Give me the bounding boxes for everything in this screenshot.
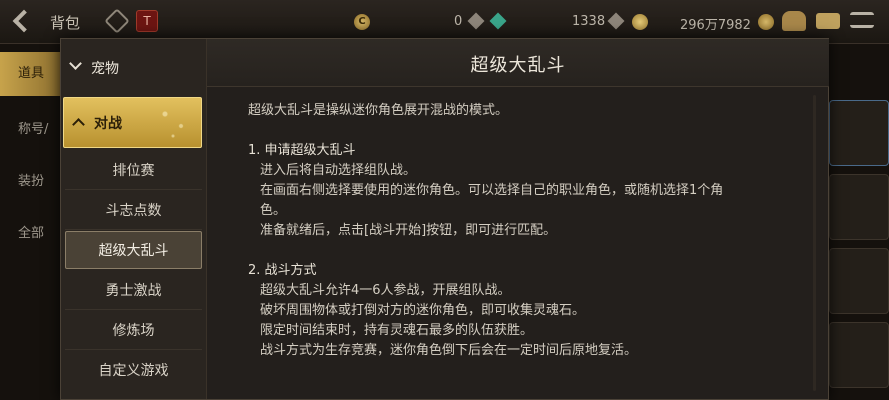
intro-text: 超级大乱斗是操纵迷你角色展开混战的模式。 <box>248 103 509 118</box>
section-line: 进入后将自动选择组队战。 <box>260 163 417 178</box>
bag-title: 背包 <box>50 14 81 32</box>
left-menu-item[interactable]: 全部 <box>0 212 60 256</box>
item-slot[interactable] <box>829 248 889 314</box>
mail-icon[interactable] <box>816 13 840 29</box>
gold-coin-icon <box>632 14 648 30</box>
sub-item-custom-game[interactable]: 自定义游戏 <box>65 352 202 390</box>
chevron-left-icon <box>12 9 36 33</box>
item-slot[interactable] <box>829 174 889 240</box>
item-slot[interactable] <box>829 322 889 388</box>
left-menu-item[interactable]: 称号/ <box>0 108 60 152</box>
chevron-up-icon <box>72 118 85 131</box>
currency-value-1: 0 <box>454 14 463 29</box>
sub-item-warrior-battle[interactable]: 勇士激战 <box>65 272 202 310</box>
chevron-down-icon <box>69 57 82 70</box>
left-menu-item[interactable]: 装扮 <box>0 160 60 204</box>
category-pets[interactable]: 宠物 <box>61 47 207 87</box>
treasure-icon[interactable] <box>782 11 806 31</box>
dialog-sidebar: 宠物 对战 排位赛 斗志点数 超级大乱斗 勇士激战 修炼场 自定义游戏 <box>61 39 207 399</box>
sub-item-ranked[interactable]: 排位赛 <box>65 152 202 190</box>
dialog-header: 超级大乱斗 <box>207 39 829 87</box>
green-gem-icon <box>489 12 507 30</box>
sparkle-decoration <box>153 102 193 142</box>
section-line: 破坏周围物体或打倒对方的迷你角色，即可收集灵魂石。 <box>260 303 586 318</box>
section-line: 在画面右侧选择要使用的迷你角色。可以选择自己的职业角色，或随机选择1个角色。 <box>260 183 724 218</box>
sub-item-super-brawl[interactable]: 超级大乱斗 <box>65 231 202 269</box>
category-pets-label: 宠物 <box>91 61 119 77</box>
help-dialog: 宠物 对战 排位赛 斗志点数 超级大乱斗 勇士激战 修炼场 自定义游戏 超级大乱… <box>60 38 829 400</box>
section-line: 超级大乱斗允许4一6人参战，开展组队战。 <box>260 283 511 298</box>
section-battle-method: 2. 战斗方式 超级大乱斗允许4一6人参战，开展组队战。 破坏周围物体或打倒对方… <box>248 261 808 361</box>
sub-item-training-ground[interactable]: 修炼场 <box>65 312 202 350</box>
dialog-title: 超级大乱斗 <box>470 55 566 76</box>
section-line: 准备就绪后，点击[战斗开始]按钮，即可进行匹配。 <box>260 223 557 238</box>
help-content: 超级大乱斗是操纵迷你角色展开混战的模式。 1. 申请超级大乱斗 进入后将自动选择… <box>248 101 808 400</box>
category-battle-label: 对战 <box>94 116 122 132</box>
currency-value-2: 1338 <box>572 14 606 29</box>
category-battle[interactable]: 对战 <box>63 97 202 148</box>
sub-item-fighting-points[interactable]: 斗志点数 <box>65 192 202 230</box>
gem-icon <box>467 12 485 30</box>
menu-icon[interactable] <box>850 12 874 28</box>
section-apply: 1. 申请超级大乱斗 进入后将自动选择组队战。 在画面右侧选择要使用的迷你角色。… <box>248 141 808 241</box>
diamond-icon[interactable] <box>104 8 130 34</box>
content-scrollbar[interactable] <box>813 95 816 391</box>
item-slot[interactable] <box>829 100 889 166</box>
currency-value-3: 296万7982 <box>680 18 751 33</box>
coin-icon: C <box>354 14 370 30</box>
back-button[interactable] <box>6 6 40 36</box>
section-line: 战斗方式为生存竞赛，迷你角色倒下后会在一定时间后原地复活。 <box>260 343 638 358</box>
red-badge-icon[interactable]: T <box>136 10 158 32</box>
gem-icon-2 <box>607 12 625 30</box>
section-title: 1. 申请超级大乱斗 <box>248 143 356 158</box>
left-menu-item[interactable]: 道具 <box>0 52 60 96</box>
section-title: 2. 战斗方式 <box>248 263 317 278</box>
section-line: 限定时间结束时，持有灵魂石最多的队伍获胜。 <box>260 323 534 338</box>
gold-coin-icon-2 <box>758 14 774 30</box>
